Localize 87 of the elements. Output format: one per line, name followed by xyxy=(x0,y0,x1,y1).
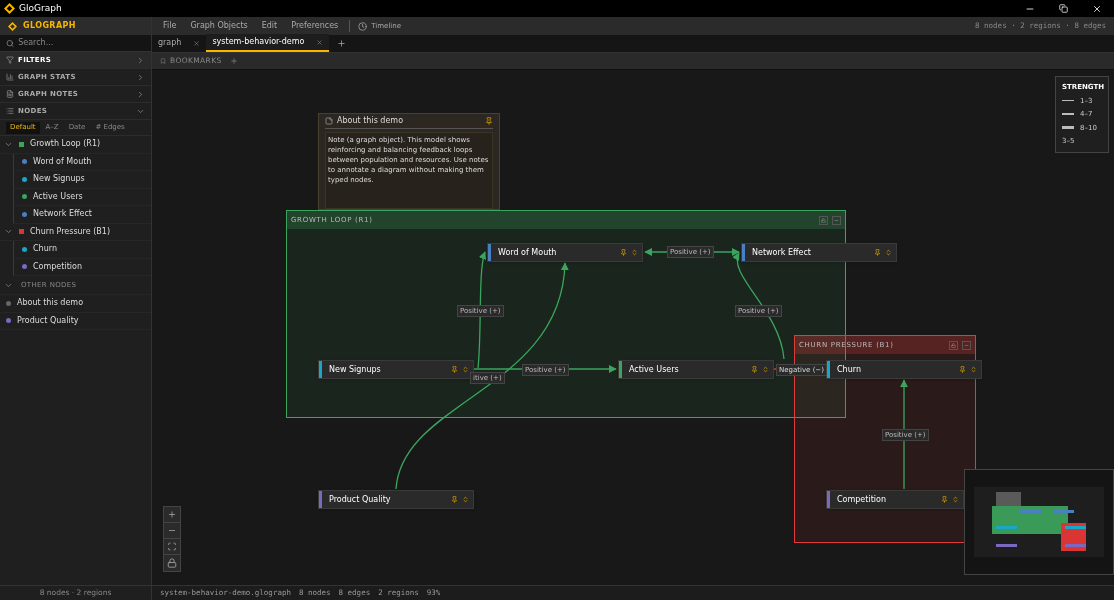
search-icon xyxy=(6,38,15,48)
pin-icon[interactable] xyxy=(485,117,493,125)
node-label: Product Quality xyxy=(329,493,392,506)
unlocked-icon[interactable] xyxy=(819,215,828,225)
chevron-right-icon[interactable] xyxy=(136,55,145,65)
fit-view-icon[interactable] xyxy=(164,539,180,555)
graph-node[interactable]: New Signups xyxy=(318,360,474,379)
pin-icon[interactable] xyxy=(451,366,458,373)
tree-item[interactable]: Churn xyxy=(13,241,151,259)
pin-icon[interactable] xyxy=(874,249,881,256)
expand-icon[interactable] xyxy=(970,366,977,373)
logo-icon xyxy=(8,21,17,31)
expand-icon[interactable] xyxy=(885,249,892,256)
graph-node[interactable]: Active Users xyxy=(618,360,774,379)
pin-icon[interactable] xyxy=(620,249,627,256)
section-icon xyxy=(6,107,14,115)
section-icon xyxy=(6,56,14,64)
menu-item[interactable]: Graph Objects xyxy=(183,20,255,32)
tab-label: graph xyxy=(158,37,182,49)
graph-node[interactable]: Competition xyxy=(826,490,964,509)
tree-group-item[interactable]: Growth Loop (R1) xyxy=(0,136,151,154)
clock-icon xyxy=(358,21,368,31)
tree-item-label: Network Effect xyxy=(33,208,92,221)
chevron-right-icon[interactable] xyxy=(136,72,145,82)
menu-item[interactable]: Edit xyxy=(254,20,285,32)
pin-icon[interactable] xyxy=(451,496,458,503)
tree-item-label: Churn Pressure (B1) xyxy=(30,225,110,238)
tree-item-label: Competition xyxy=(33,260,82,273)
app-logo-text: GLOGRAPH xyxy=(23,20,76,32)
collapse-icon[interactable] xyxy=(832,215,841,225)
tree-item[interactable]: About this demo xyxy=(0,295,151,313)
expand-icon[interactable] xyxy=(952,496,959,503)
close-icon[interactable] xyxy=(1092,3,1102,14)
expand-icon[interactable] xyxy=(762,366,769,373)
chevron-right-icon[interactable] xyxy=(136,89,145,99)
expand-icon[interactable] xyxy=(462,496,469,503)
tree-item-label: Growth Loop (R1) xyxy=(30,138,101,151)
logo-icon xyxy=(4,3,15,14)
note-title: About this demo xyxy=(337,115,405,127)
section-icon xyxy=(6,73,14,81)
tree-item[interactable]: Active Users xyxy=(13,188,151,206)
tree-item[interactable]: Competition xyxy=(13,258,151,276)
legend-line xyxy=(1062,113,1074,116)
tree-item[interactable]: Network Effect xyxy=(13,206,151,224)
bookmark-icon xyxy=(160,58,166,64)
search-box[interactable]: Search... xyxy=(0,35,151,52)
add-tab-icon[interactable] xyxy=(337,39,347,48)
document-tab[interactable]: graph xyxy=(152,34,207,52)
window-title: GloGraph xyxy=(19,1,62,15)
tree-item[interactable]: New Signups xyxy=(13,171,151,189)
node-label: Word of Mouth xyxy=(498,246,558,259)
graph-node[interactable]: Network Effect xyxy=(741,243,897,262)
graph-node[interactable]: Word of Mouth xyxy=(487,243,643,262)
tree-item-label: Active Users xyxy=(33,190,83,203)
minimap-panel[interactable] xyxy=(964,469,1114,575)
graph-node[interactable]: Product Quality xyxy=(318,490,474,509)
add-bookmark-icon[interactable] xyxy=(229,57,238,65)
tree-item-label: Product Quality xyxy=(17,314,79,327)
node-label: New Signups xyxy=(329,363,382,376)
node-label: Active Users xyxy=(629,363,680,376)
expand-icon[interactable] xyxy=(631,249,638,256)
graph-node[interactable]: Churn xyxy=(826,360,982,379)
tree-item-label: Churn xyxy=(33,243,57,256)
tree-item[interactable]: Word of Mouth xyxy=(13,153,151,171)
collapse-icon[interactable] xyxy=(962,340,971,350)
pin-icon[interactable] xyxy=(959,366,966,373)
note-icon xyxy=(325,117,333,125)
node-label: Churn xyxy=(837,363,862,376)
node-label: Competition xyxy=(837,493,887,506)
unlocked-icon[interactable] xyxy=(949,340,958,350)
menu-item[interactable]: Preferences xyxy=(284,20,346,32)
menu-item[interactable]: File xyxy=(156,20,184,32)
restore-icon[interactable] xyxy=(1059,4,1068,13)
edge-arrow[interactable] xyxy=(395,262,568,490)
section-icon xyxy=(6,90,14,98)
expand-icon[interactable] xyxy=(462,366,469,373)
tab-label: system-behavior-demo xyxy=(212,36,305,48)
pin-icon[interactable] xyxy=(751,366,758,373)
document-tab[interactable]: system-behavior-demo xyxy=(206,34,330,52)
tree-group-item[interactable]: Churn Pressure (B1) xyxy=(0,223,151,241)
tree-item-label: Word of Mouth xyxy=(33,155,92,168)
tree-item[interactable]: Product Quality xyxy=(0,312,151,330)
tree-item-label: New Signups xyxy=(33,173,85,186)
node-label: Network Effect xyxy=(752,246,812,259)
tree-item-label: About this demo xyxy=(17,297,84,310)
legend-line xyxy=(1062,100,1074,102)
pin-icon[interactable] xyxy=(941,496,948,503)
